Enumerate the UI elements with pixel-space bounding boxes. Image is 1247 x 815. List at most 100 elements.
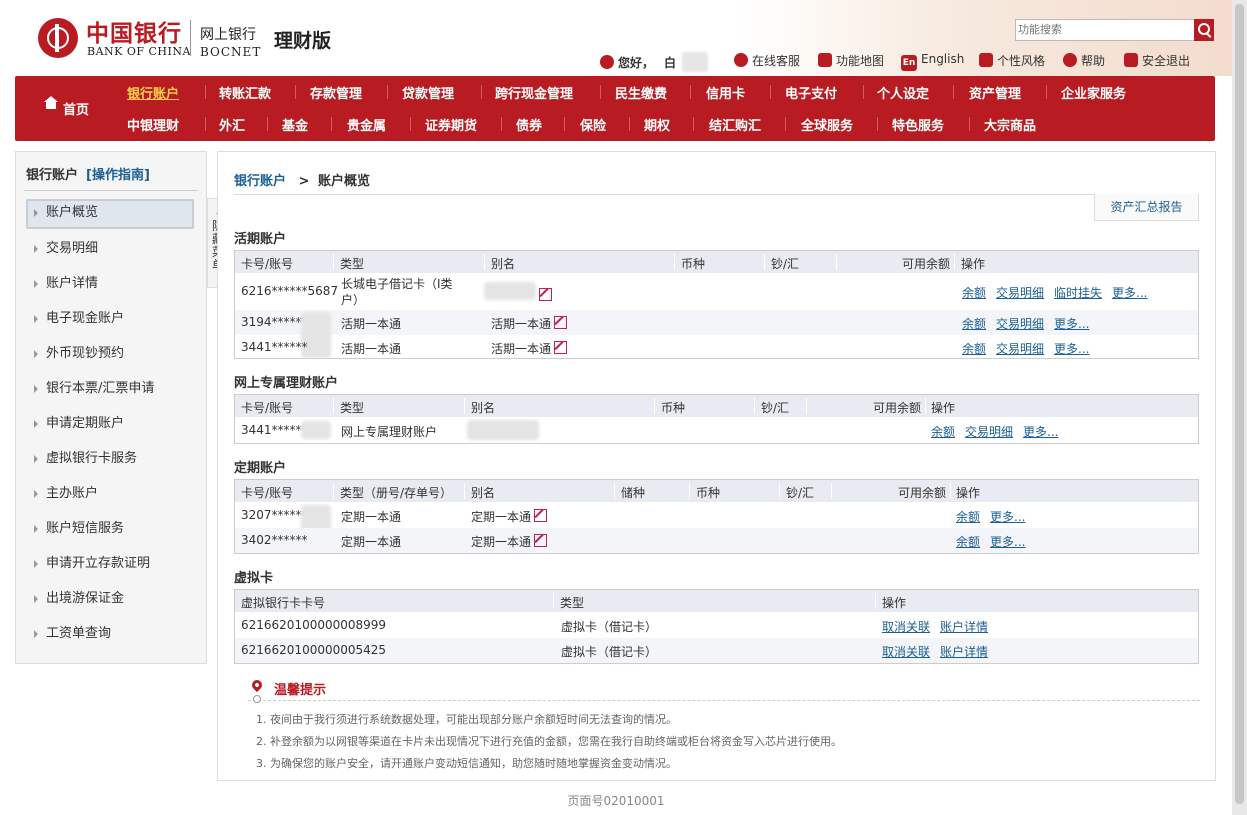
english-link[interactable]: En English [901,52,964,71]
search-icon[interactable] [1194,19,1214,41]
nav-featured-service[interactable]: 特色服务 [892,115,944,134]
nav-deposit[interactable]: 存款管理 [310,83,362,102]
home-label: 首页 [63,103,90,118]
nav-personal-settings[interactable]: 个人设定 [877,83,929,102]
sidebar-item-virtual-card[interactable]: 虚拟银行卡服务 [26,445,194,475]
account-details-link[interactable]: 账户详情 [940,645,988,659]
function-map-link[interactable]: 功能地图 [818,52,884,69]
balance-link[interactable]: 余额 [956,535,980,549]
edit-icon[interactable] [534,509,548,522]
sidebar-item-fixed-account-apply[interactable]: 申请定期账户 [26,410,194,440]
nav-cross-bank-cash[interactable]: 跨行现金管理 [495,83,573,102]
nav-precious-metal[interactable]: 贵金属 [347,115,386,134]
sidebar-item-payslip[interactable]: 工资单查询 [26,620,194,650]
nav-commodities[interactable]: 大宗商品 [984,115,1036,134]
nav-bank-account[interactable]: 银行账户 [127,83,179,102]
current-accounts-title: 活期账户 [234,232,287,247]
tip-line: 1. 夜间由于我行须进行系统数据处理，可能出现部分账户余额短时间无法查询的情况。 [256,713,677,726]
breadcrumb-separator: > [298,174,310,189]
col-deposit-kind: 储种 [621,486,646,500]
edit-icon[interactable] [539,288,552,301]
nav-transfer[interactable]: 转账汇款 [219,83,271,102]
nav-global-service[interactable]: 全球服务 [801,115,853,134]
nav-credit-card[interactable]: 信用卡 [706,83,745,102]
nav-asset-management[interactable]: 资产管理 [969,83,1021,102]
operation-guide-link[interactable]: [操作指南] [86,168,150,183]
page: 中国银行 BANK OF CHINA 网上银行 BOCNET 理财版 您好，白 … [0,0,1232,815]
nav-insurance[interactable]: 保险 [580,115,606,134]
account-details-link[interactable]: 账户详情 [940,620,988,634]
nav-divider [953,85,954,99]
unlink-link[interactable]: 取消关联 [882,620,930,634]
search-input[interactable] [1018,21,1188,37]
transactions-link[interactable]: 交易明细 [996,317,1044,331]
balance-link[interactable]: 余额 [931,425,955,439]
balance-link[interactable]: 余额 [962,286,986,300]
balance-link[interactable]: 余额 [962,342,986,356]
sidebar-item-account-overview[interactable]: 账户概览 [26,199,194,229]
location-pin-icon [249,677,265,693]
transactions-link[interactable]: 交易明细 [996,342,1044,356]
nav-boc-wealth[interactable]: 中银理财 [127,115,179,134]
nav-fx-settlement[interactable]: 结汇购汇 [709,115,761,134]
edit-icon[interactable] [554,341,568,354]
balance-link[interactable]: 余额 [962,317,986,331]
more-link[interactable]: 更多... [990,535,1025,549]
arrow-right-icon [34,245,38,253]
customer-service-icon [734,53,748,67]
sidebar-item-account-details[interactable]: 账户详情 [26,270,194,300]
temp-loss-report-link[interactable]: 临时挂失 [1054,286,1102,300]
more-link[interactable]: 更多... [1054,317,1089,331]
col-cash-remit: 钞/汇 [761,401,790,415]
unlink-link[interactable]: 取消关联 [882,645,930,659]
logout-link[interactable]: 安全退出 [1124,52,1190,69]
style-link[interactable]: 个性风格 [979,52,1045,69]
balance-link[interactable]: 余额 [956,510,980,524]
nav-e-payment[interactable]: 电子支付 [785,83,837,102]
sidebar-item-travel-deposit[interactable]: 出境游保证金 [26,585,194,615]
table-row: 6216620100000005425 虚拟卡（借记卡） 取消关联 账户详情 [235,638,1198,663]
breadcrumb-parent[interactable]: 银行账户 [234,174,286,189]
sidebar-item-e-cash[interactable]: 电子现金账户 [26,305,194,335]
virtual-card-number: 6216620100000008999 [241,618,387,632]
nav-fund[interactable]: 基金 [282,115,308,134]
more-link[interactable]: 更多... [990,510,1025,524]
nav-utility[interactable]: 民生缴费 [615,83,667,102]
col-divider [764,254,765,270]
nav-loan[interactable]: 贷款管理 [402,83,454,102]
online-service-link[interactable]: 在线客服 [734,52,800,69]
help-link[interactable]: 帮助 [1063,52,1105,69]
sidebar-item-transactions[interactable]: 交易明细 [26,235,194,265]
breadcrumb: 银行账户 > 账户概览 [234,170,370,189]
logo-chinese: 中国银行 [86,20,182,47]
sidebar-item-deposit-certificate[interactable]: 申请开立存款证明 [26,550,194,580]
boc-logo-icon[interactable] [38,18,78,58]
logout-label: 安全退出 [1142,54,1191,68]
nav-entrepreneur[interactable]: 企业家服务 [1061,83,1126,102]
tips-title: 温馨提示 [274,683,327,698]
more-link[interactable]: 更多... [1112,286,1147,300]
scrollbar[interactable] [1232,0,1247,815]
transactions-link[interactable]: 交易明细 [965,425,1013,439]
scrollbar-thumb[interactable] [1235,4,1244,804]
col-divider [333,398,334,414]
nav-forex[interactable]: 外汇 [219,115,245,134]
sidebar-item-sms-service[interactable]: 账户短信服务 [26,515,194,545]
sidebar-item-main-account[interactable]: 主办账户 [26,480,194,510]
sidebar-item-cashier-order[interactable]: 银行本票/汇票申请 [26,375,194,405]
more-link[interactable]: 更多... [1054,342,1089,356]
sidebar-item-fx-cash-booking[interactable]: 外币现钞预约 [26,340,194,370]
nav-options[interactable]: 期权 [644,115,670,134]
transactions-link[interactable]: 交易明细 [996,286,1044,300]
edit-icon[interactable] [554,316,568,329]
edit-icon[interactable] [534,534,548,547]
nav-securities[interactable]: 证券期货 [425,115,477,134]
nav-divider [785,117,786,131]
asset-report-button[interactable]: 资产汇总报告 [1094,194,1199,221]
col-divider [806,398,807,414]
nav-bonds[interactable]: 债券 [516,115,542,134]
home-button[interactable]: 首页 [15,76,115,141]
more-link[interactable]: 更多... [1023,425,1058,439]
main-content: 银行账户 > 账户概览 资产汇总报告 活期账户 卡号/账号 类型 别名 币种 钞… [217,151,1216,781]
nav-divider [205,117,206,131]
